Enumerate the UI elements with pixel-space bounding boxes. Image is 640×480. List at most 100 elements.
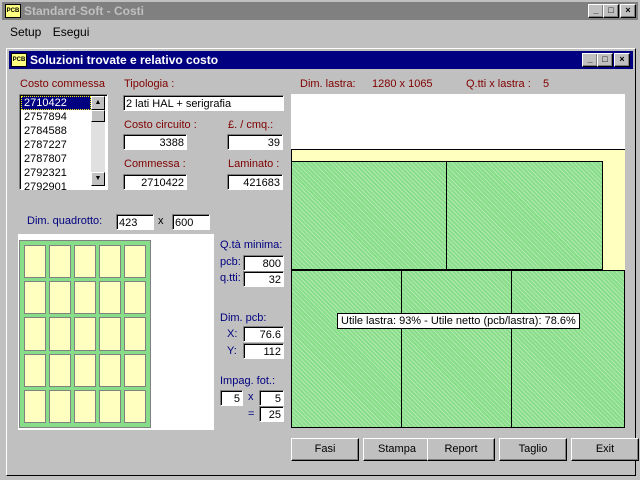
list-item[interactable]: 2784588 [21, 124, 91, 138]
impag-a-field[interactable]: 5 [220, 390, 243, 406]
scroll-up-icon[interactable]: ▲ [91, 96, 105, 110]
child-title: Soluzioni trovate e relativo costo [30, 53, 219, 67]
list-scrollbar[interactable]: ▲ ▼ [91, 96, 105, 186]
commessa-field[interactable]: 2710422 [123, 174, 187, 190]
pcb-cell [99, 389, 121, 423]
pcb-cell [24, 281, 46, 315]
menu-esegui[interactable]: Esegui [53, 25, 90, 39]
commessa-label: Commessa : [124, 158, 186, 170]
impag-eq-label: = [248, 408, 255, 420]
pcb-cell [124, 353, 146, 387]
pcb-label: pcb: [220, 256, 241, 268]
menu-bar: Setup Esegui [10, 25, 97, 39]
stampa-button[interactable]: Stampa [363, 438, 431, 461]
list-item[interactable]: 2787227 [21, 138, 91, 152]
child-title-bar: PCB Soluzioni trovate e relativo costo _… [9, 51, 633, 69]
dim-lastra-label: Dim. lastra: [300, 78, 356, 90]
scroll-thumb[interactable] [91, 110, 105, 122]
pcb-panel-4 [401, 270, 512, 428]
pcb-min-field[interactable]: 800 [243, 255, 284, 271]
costo-circuito-field[interactable]: 3388 [123, 134, 187, 150]
pcb-cell [49, 245, 71, 279]
pcb-cell [49, 353, 71, 387]
pcb-cell [74, 317, 96, 351]
dim-quadrotto-label: Dim. quadrotto: [27, 215, 103, 227]
pcb-x-field[interactable]: 76.6 [243, 326, 284, 342]
taglio-button[interactable]: Taglio [499, 438, 567, 461]
lire-cmq-label: £. / cmq.: [228, 119, 274, 131]
tipologia-field[interactable]: 2 lati HAL + serigrafia [123, 95, 284, 111]
pcb-cell [24, 317, 46, 351]
fasi-button[interactable]: Fasi [291, 438, 359, 461]
pcb-cell [49, 389, 71, 423]
quadrotto-times-label: x [158, 215, 164, 227]
app-icon: PCB [5, 4, 21, 18]
report-button[interactable]: Report [427, 438, 495, 461]
pcb-x-label: X: [227, 328, 238, 340]
qtti-min-field[interactable]: 32 [243, 271, 284, 287]
qtti-lastra-label: Q.tti x lastra : [466, 78, 531, 90]
pcb-cell [24, 389, 46, 423]
pcb-cell [124, 245, 146, 279]
pcb-cell [124, 317, 146, 351]
laminato-label: Laminato : [228, 158, 280, 170]
qtti-label: q.tti: [220, 272, 241, 284]
exit-button[interactable]: Exit [571, 438, 639, 461]
pcb-panel-5 [511, 270, 625, 428]
pcb-panel-3 [291, 270, 402, 428]
list-item[interactable]: 2792901 [21, 180, 91, 194]
list-item[interactable]: 2757894 [21, 110, 91, 124]
pcb-cell [74, 353, 96, 387]
app-title: Standard-Soft - Costi [24, 4, 144, 18]
dim-lastra-value: 1280 x 1065 [372, 78, 433, 90]
quadrotto-width-field[interactable]: 423 [116, 214, 154, 230]
pcb-cell [24, 245, 46, 279]
lastra-view: Utile lastra: 93% - Utile netto (pcb/las… [291, 94, 625, 428]
pcb-cell [99, 317, 121, 351]
child-close-button[interactable]: × [614, 53, 630, 67]
list-item[interactable]: 2787807 [21, 152, 91, 166]
pcb-grid [19, 240, 151, 428]
impag-label: Impag. fot.: [220, 375, 276, 387]
costo-commessa-label: Costo commessa [20, 78, 105, 90]
pcb-y-field[interactable]: 112 [243, 343, 284, 359]
tipologia-label: Tipologia : [124, 78, 175, 90]
child-icon: PCB [11, 53, 27, 67]
pcb-cell [124, 281, 146, 315]
impag-b-field[interactable]: 5 [259, 390, 284, 406]
pcb-panel-2 [446, 161, 603, 270]
menu-setup[interactable]: Setup [10, 25, 41, 39]
child-maximize-button[interactable]: □ [597, 53, 613, 67]
app-maximize-button[interactable]: □ [603, 4, 619, 18]
pcb-cell [99, 353, 121, 387]
lire-cmq-field[interactable]: 39 [227, 134, 283, 150]
scroll-down-icon[interactable]: ▼ [91, 172, 105, 186]
pcb-cell [74, 389, 96, 423]
list-item[interactable]: 2710422 [21, 96, 91, 110]
impag-total-field[interactable]: 25 [259, 406, 284, 422]
costo-circuito-label: Costo circuito : [124, 119, 197, 131]
laminato-field[interactable]: 421683 [227, 174, 283, 190]
list-item[interactable]: 2792321 [21, 166, 91, 180]
app-close-button[interactable]: × [620, 4, 636, 18]
quadrotto-height-field[interactable]: 600 [172, 214, 210, 230]
pcb-panel-1 [291, 161, 447, 270]
pcb-cell [49, 281, 71, 315]
qtti-lastra-value: 5 [543, 78, 550, 90]
dim-pcb-label: Dim. pcb: [220, 312, 267, 324]
app-title-bar: PCB Standard-Soft - Costi _ □ × [2, 2, 638, 20]
pcb-cell [124, 389, 146, 423]
impag-times-label: x [248, 391, 254, 403]
qta-minima-label: Q.tà minima: [220, 239, 283, 251]
costo-commessa-list[interactable]: 2710422 2757894 2784588 2787227 2787807 27923… [19, 94, 108, 193]
quadrotto-preview [18, 234, 214, 430]
pcb-cell [49, 317, 71, 351]
utile-label: Utile lastra: 93% - Utile netto (pcb/las… [337, 313, 580, 329]
pcb-cell [74, 281, 96, 315]
pcb-y-label: Y: [227, 345, 237, 357]
app-minimize-button[interactable]: _ [588, 4, 604, 18]
pcb-cell [99, 281, 121, 315]
pcb-cell [74, 245, 96, 279]
pcb-cell [24, 353, 46, 387]
child-minimize-button[interactable]: _ [582, 53, 598, 67]
